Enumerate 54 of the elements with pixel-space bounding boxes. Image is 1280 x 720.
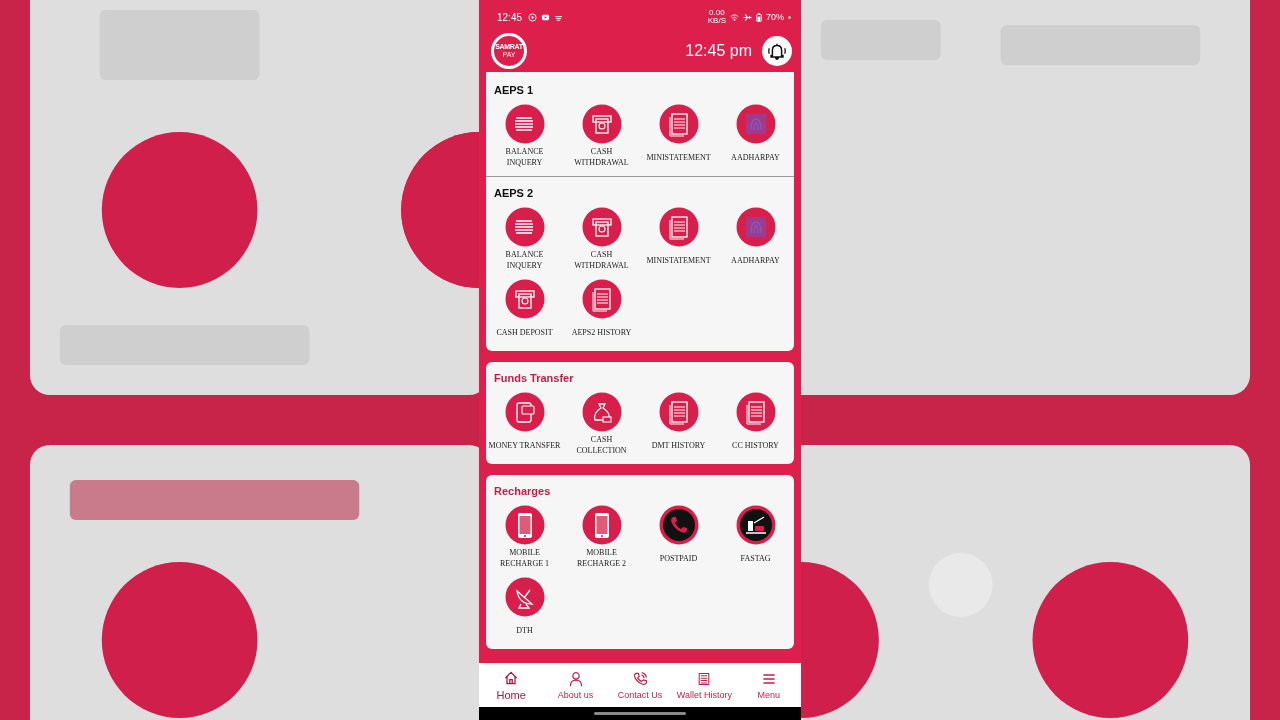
- service-label[interactable]: CASH DEPOSIT: [494, 321, 555, 343]
- play-icon: [528, 12, 538, 22]
- service-label[interactable]: CASH WITHDRAWAL: [563, 146, 640, 168]
- section-title: AEPS 1: [493, 84, 534, 96]
- person-icon: [567, 670, 584, 687]
- atm-icon[interactable]: [581, 104, 622, 144]
- service-label[interactable]: FASTAG: [738, 547, 773, 569]
- service-label[interactable]: MINISTATEMENT: [644, 249, 713, 271]
- wifi-icon: [730, 12, 739, 22]
- service-label[interactable]: MOBILE RECHARGE 2: [563, 547, 640, 569]
- video-icon: [541, 12, 551, 22]
- status-time: 12:45: [497, 11, 523, 23]
- card-icon[interactable]: [504, 392, 545, 432]
- header-clock: 12:45 pm: [685, 42, 752, 60]
- fingerprint-icon[interactable]: [735, 207, 776, 247]
- atm-icon[interactable]: [504, 279, 545, 319]
- service-label[interactable]: CC HISTORY: [730, 434, 781, 456]
- battery-icon: [756, 12, 762, 22]
- toll-booth-icon[interactable]: [735, 505, 776, 545]
- document-icon[interactable]: [658, 104, 699, 144]
- service-label[interactable]: MONEY TRANSFER: [486, 434, 563, 456]
- document-icon[interactable]: [581, 279, 622, 319]
- notifications-button[interactable]: [762, 36, 792, 66]
- service-label[interactable]: AEPS2 HISTORY: [569, 321, 634, 343]
- service-label[interactable]: AADHARPAY: [729, 249, 782, 271]
- section-title: AEPS 2: [493, 187, 534, 199]
- battery-level: 70%: [766, 12, 784, 22]
- phone-icon[interactable]: [658, 505, 699, 545]
- fingerprint-icon[interactable]: [735, 104, 776, 144]
- document-icon[interactable]: [735, 392, 776, 432]
- service-label[interactable]: MINISTATEMENT: [644, 146, 713, 168]
- mobile-phone-icon[interactable]: [581, 505, 622, 545]
- phone-icon: [632, 670, 648, 687]
- document-icon[interactable]: [658, 392, 699, 432]
- home-icon: [503, 669, 520, 686]
- atm-icon[interactable]: [581, 207, 622, 247]
- section-title: Funds Transfer: [493, 372, 574, 384]
- airplane-icon: [743, 12, 752, 22]
- network-speed: 0.00 KB/S: [707, 9, 726, 25]
- section-title: Recharges: [493, 485, 551, 497]
- service-label[interactable]: CASH COLLECTION: [563, 434, 640, 456]
- service-label[interactable]: DTH: [514, 619, 535, 641]
- service-label[interactable]: BALANCE INQUERY: [486, 146, 563, 168]
- service-label[interactable]: POSTPAID: [657, 547, 700, 569]
- service-label[interactable]: BALANCE INQUERY: [486, 249, 563, 271]
- service-label[interactable]: CASH WITHDRAWAL: [563, 249, 640, 271]
- money-bag-icon[interactable]: [581, 392, 622, 432]
- service-label[interactable]: MOBILE RECHARGE 1: [486, 547, 563, 569]
- status-dot: [788, 15, 791, 19]
- document-icon[interactable]: [658, 207, 699, 247]
- mobile-phone-icon[interactable]: [504, 505, 545, 545]
- satellite-dish-icon[interactable]: [504, 577, 545, 617]
- service-label[interactable]: AADHARPAY: [729, 146, 782, 168]
- service-label[interactable]: DMT HISTORY: [649, 434, 708, 456]
